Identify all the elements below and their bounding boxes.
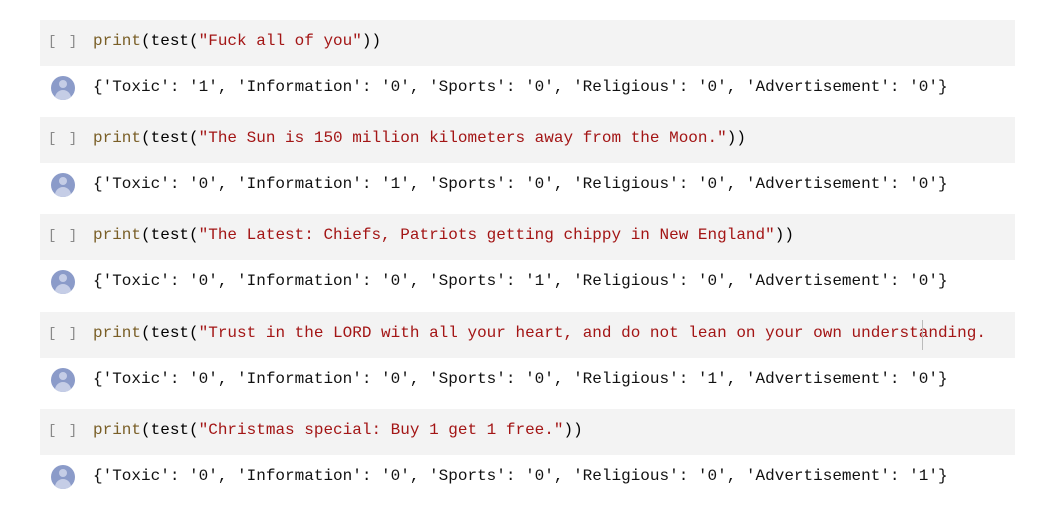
output-avatar-icon <box>51 270 75 295</box>
code-string: "Trust in the LORD with all your heart, … <box>198 323 986 342</box>
text-cursor <box>922 319 923 350</box>
cell-output: {'Toxic': '1', 'Information': '0', 'Spor… <box>40 70 1015 104</box>
output-avatar-icon <box>51 76 75 100</box>
code-cell[interactable]: [ ] print(test("Fuck all of you")) <box>40 20 1015 66</box>
code-call: (test( <box>141 32 199 50</box>
output-text: {'Toxic': '0', 'Information': '0', 'Spor… <box>93 369 948 388</box>
code-string: "Christmas special: Buy 1 get 1 free." <box>198 420 564 439</box>
code-input[interactable]: print(test("Trust in the LORD with all y… <box>93 324 986 342</box>
code-call: (test( <box>141 226 199 245</box>
code-string: "The Sun is 150 million kilometers away … <box>198 129 727 148</box>
code-function: print <box>93 129 142 148</box>
output-text: {'Toxic': '0', 'Information': '0', 'Spor… <box>93 272 948 291</box>
cell-output: {'Toxic': '0', 'Information': '0', 'Spor… <box>40 264 1015 298</box>
code-input[interactable]: print(test("Fuck all of you")) <box>93 32 381 50</box>
code-call: (test( <box>141 129 199 148</box>
run-cell-button[interactable]: [ ] <box>48 326 79 342</box>
code-close: )) <box>726 129 746 148</box>
output-text: {'Toxic': '1', 'Information': '0', 'Spor… <box>93 78 948 96</box>
code-call: (test( <box>141 420 199 439</box>
code-close: )) <box>563 420 583 439</box>
output-avatar-icon <box>51 173 75 198</box>
code-close: )) <box>361 32 382 50</box>
code-string: "Fuck all of you" <box>198 32 362 50</box>
cell-output: {'Toxic': '0', 'Information': '1', 'Spor… <box>40 167 1015 201</box>
code-function: print <box>93 32 142 50</box>
code-function: print <box>93 420 142 439</box>
code-cell[interactable]: [ ] print(test("The Sun is 150 million k… <box>40 117 1015 164</box>
code-call: (test( <box>141 323 199 342</box>
code-function: print <box>93 226 142 245</box>
output-avatar-icon <box>51 367 75 392</box>
run-cell-button[interactable]: [ ] <box>48 423 79 439</box>
cell-output: {'Toxic': '0', 'Information': '0', 'Spor… <box>40 459 1015 493</box>
code-input[interactable]: print(test("The Sun is 150 million kilom… <box>93 129 746 147</box>
output-text: {'Toxic': '0', 'Information': '0', 'Spor… <box>93 466 948 485</box>
code-input[interactable]: print(test("The Latest: Chiefs, Patriots… <box>93 226 794 244</box>
run-cell-button[interactable]: [ ] <box>48 131 79 147</box>
code-close: )) <box>774 226 794 245</box>
code-input[interactable]: print(test("Christmas special: Buy 1 get… <box>93 421 583 439</box>
code-cell[interactable]: [ ] print(test("Christmas special: Buy 1… <box>40 408 1015 455</box>
output-text: {'Toxic': '0', 'Information': '1', 'Spor… <box>93 175 948 194</box>
cell-output: {'Toxic': '0', 'Information': '0', 'Spor… <box>40 362 1015 396</box>
code-cell[interactable]: [ ] print(test("Trust in the LORD with a… <box>40 311 1015 358</box>
run-cell-button[interactable]: [ ] <box>48 34 79 50</box>
code-string: "The Latest: Chiefs, Patriots getting ch… <box>198 226 775 245</box>
code-function: print <box>93 323 142 342</box>
run-cell-button[interactable]: [ ] <box>48 228 79 244</box>
output-avatar-icon <box>51 464 75 489</box>
code-cell[interactable]: [ ] print(test("The Latest: Chiefs, Patr… <box>40 214 1015 261</box>
